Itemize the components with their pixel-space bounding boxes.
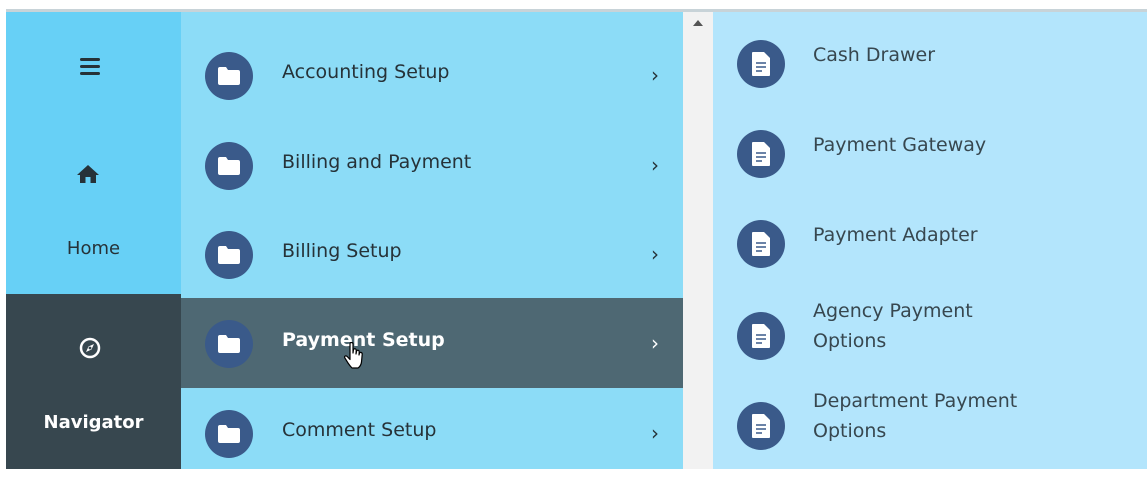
folder-icon — [205, 410, 253, 458]
submenu-label-line2: Options — [813, 420, 887, 442]
compass-icon — [79, 337, 101, 359]
submenu-item-department-payment-options[interactable]: Department Payment Options — [713, 384, 1147, 474]
menu-item-comment-setup[interactable]: Comment Setup › — [181, 388, 683, 478]
menu-item-accounting-setup[interactable]: Accounting Setup › — [181, 30, 683, 120]
document-icon — [737, 220, 785, 268]
folder-icon — [205, 52, 253, 100]
menu-item-label: Billing Setup — [282, 240, 402, 262]
document-icon — [737, 130, 785, 178]
submenu-label: Payment Adapter — [813, 224, 978, 246]
home-icon — [77, 165, 99, 183]
submenu-item-payment-adapter[interactable]: Payment Adapter — [713, 202, 1147, 292]
document-icon — [737, 402, 785, 450]
navigator-panel: Home Navigator Accounting Setup › Billin… — [6, 12, 1147, 469]
chevron-right-icon: › — [651, 153, 659, 177]
folder-icon — [205, 320, 253, 368]
chevron-right-icon: › — [651, 242, 659, 266]
category-menu: Accounting Setup › Billing and Payment ›… — [181, 12, 683, 469]
chevron-right-icon: › — [651, 63, 659, 87]
navigator-label: Navigator — [43, 412, 144, 433]
submenu-item-agency-payment-options[interactable]: Agency Payment Options — [713, 294, 1147, 384]
side-rail: Home Navigator — [6, 12, 181, 469]
menu-item-billing-setup[interactable]: Billing Setup › — [181, 209, 683, 299]
folder-icon — [205, 231, 253, 279]
hand-pointer-icon — [343, 342, 363, 369]
submenu-label-line1: Department Payment — [813, 390, 1018, 412]
menu-item-billing-and-payment[interactable]: Billing and Payment › — [181, 120, 683, 210]
home-label: Home — [66, 238, 121, 259]
submenu-label-line1: Agency Payment — [813, 300, 973, 322]
scroll-up-arrow-icon[interactable] — [693, 20, 703, 26]
scrollbar[interactable] — [683, 12, 713, 469]
submenu-item-cash-drawer[interactable]: Cash Drawer — [713, 22, 1147, 112]
menu-item-payment-setup[interactable]: Payment Setup › — [181, 298, 683, 388]
submenu-list: Cash Drawer Payment Gateway Payment Adap… — [713, 12, 1147, 469]
document-icon — [737, 312, 785, 360]
document-icon — [737, 40, 785, 88]
menu-item-label: Comment Setup — [282, 419, 437, 441]
menu-item-label: Accounting Setup — [282, 61, 450, 83]
submenu-label: Cash Drawer — [813, 44, 936, 66]
submenu-label-line2: Options — [813, 330, 887, 352]
folder-icon — [205, 142, 253, 190]
submenu-label: Payment Gateway — [813, 134, 987, 156]
chevron-right-icon: › — [651, 331, 659, 355]
menu-item-label: Billing and Payment — [282, 151, 472, 173]
submenu-item-payment-gateway[interactable]: Payment Gateway — [713, 112, 1147, 202]
chevron-right-icon: › — [651, 421, 659, 445]
hamburger-icon[interactable] — [72, 52, 106, 80]
